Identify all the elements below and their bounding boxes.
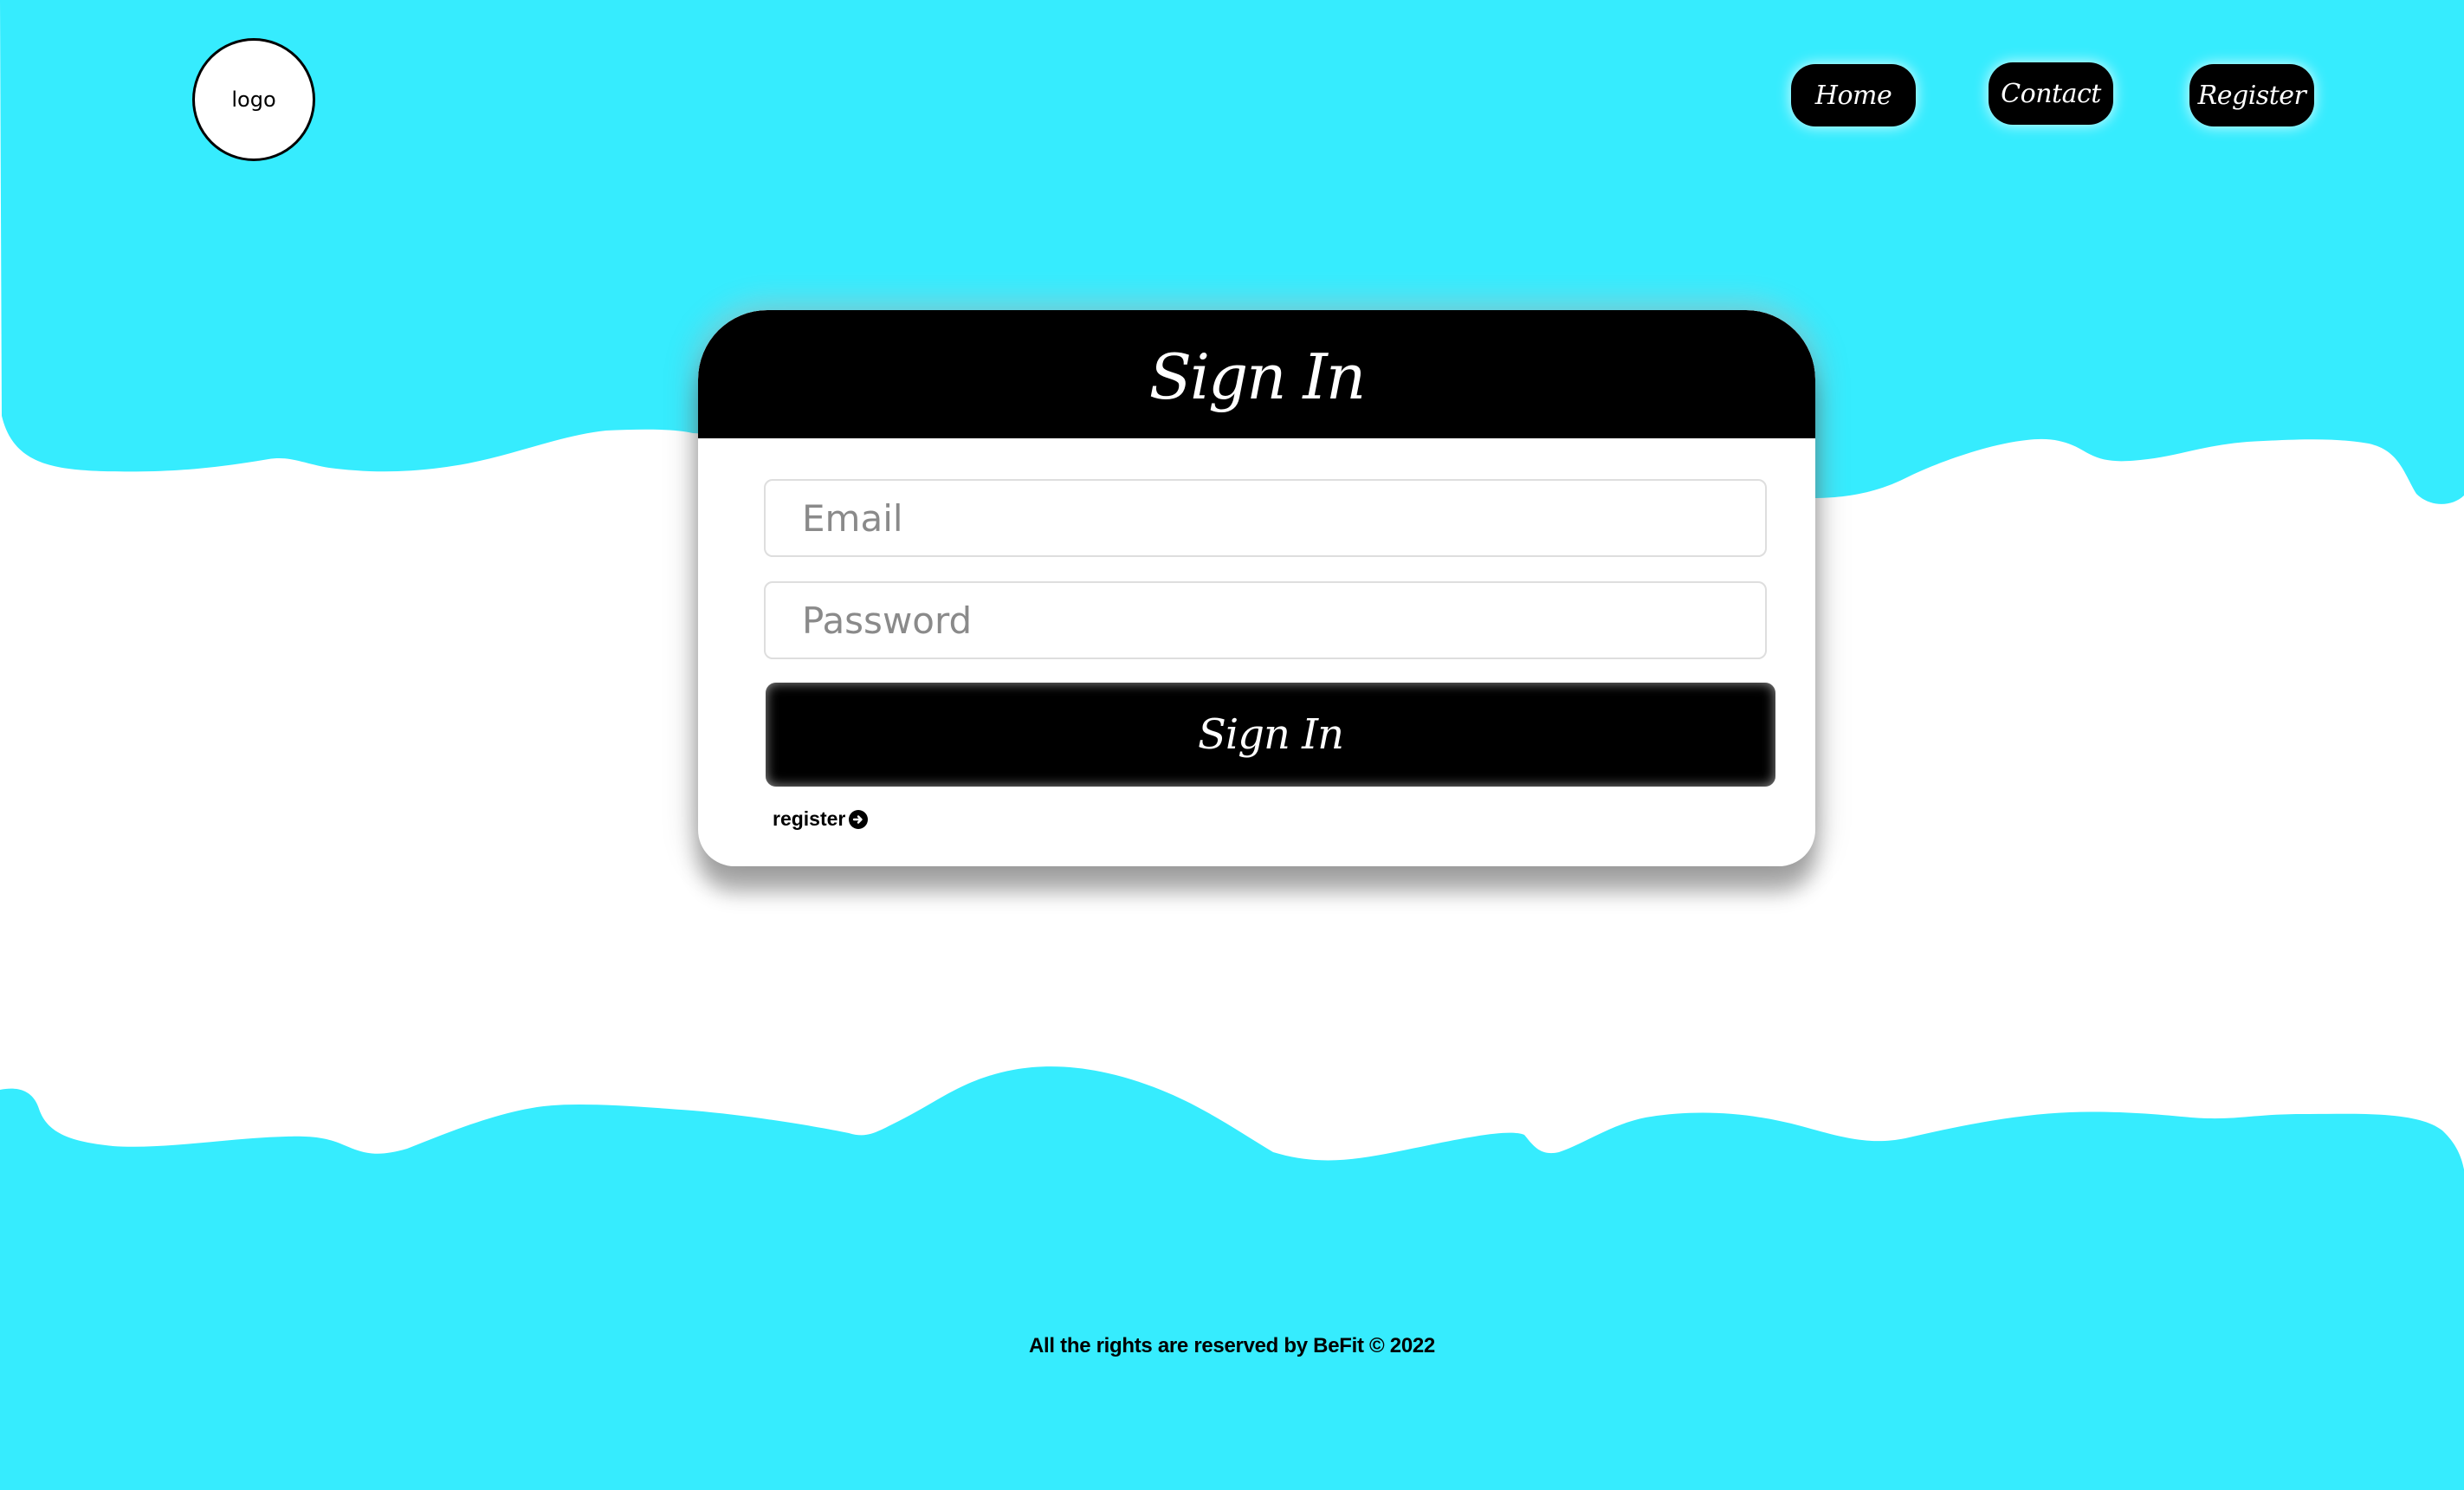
nav-contact-label: Contact xyxy=(2001,78,2101,109)
nav-home-button[interactable]: Home xyxy=(1791,64,1916,126)
signin-submit-button[interactable]: Sign In xyxy=(766,683,1775,787)
nav-home-label: Home xyxy=(1814,80,1892,111)
signin-card: Sign In Sign In register xyxy=(698,310,1815,866)
nav-register-button[interactable]: Register xyxy=(2189,64,2314,126)
signin-title: Sign In xyxy=(1148,340,1367,413)
register-link-label: register xyxy=(773,807,846,830)
arrow-right-circle-icon xyxy=(849,809,869,829)
register-link[interactable]: register xyxy=(773,807,869,831)
logo[interactable]: logo xyxy=(192,38,315,161)
footer-copyright: All the rights are reserved by BeFit © 2… xyxy=(1029,1334,1435,1357)
page: logo Home Contact Register Sign In Sign … xyxy=(0,0,2464,1490)
password-input[interactable] xyxy=(764,581,1767,659)
logo-text: logo xyxy=(231,87,276,112)
signin-card-header: Sign In xyxy=(698,310,1815,438)
bottom-wave-background xyxy=(0,1066,2464,1490)
nav-register-label: Register xyxy=(2197,80,2306,111)
email-input[interactable] xyxy=(764,479,1767,557)
nav-contact-button[interactable]: Contact xyxy=(1989,62,2113,125)
